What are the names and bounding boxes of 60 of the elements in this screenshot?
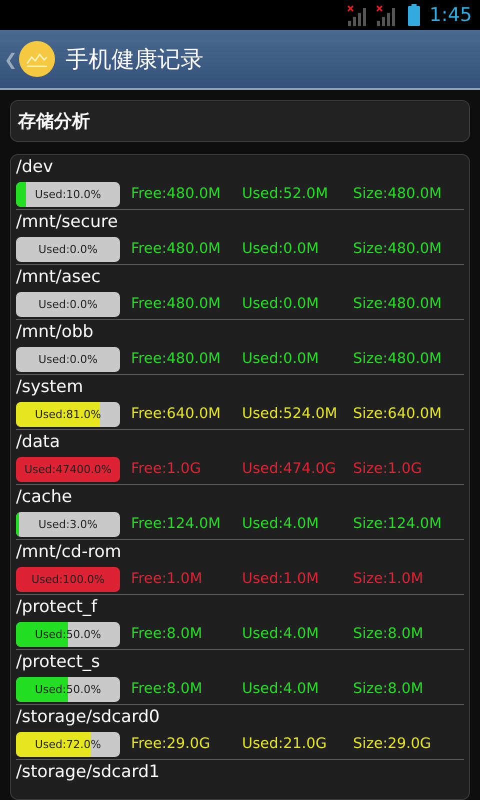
chart-logo-icon[interactable] [19, 41, 56, 77]
used-space: Used:0.0M [242, 296, 320, 312]
used-space: Used:0.0M [242, 241, 320, 257]
usage-percent: Used:3.0% [37, 516, 99, 532]
used-space: Used:0.0M [242, 351, 320, 367]
used-space: Used:52.0M [242, 186, 329, 202]
total-size: Size:124.0M [353, 516, 442, 532]
total-size: Size:480.0M [353, 351, 442, 367]
status-time: 1:45 [429, 4, 472, 26]
mount-path: /mnt/obb [16, 321, 94, 344]
used-space: Used:524.0M [242, 406, 338, 422]
total-size: Size:8.0M [353, 626, 424, 642]
free-space: Free:480.0M [131, 296, 222, 312]
app-title: 手机健康记录 [65, 46, 204, 74]
usage-percent: Used:0.0% [37, 242, 99, 258]
mount-path: /cache [16, 486, 74, 509]
total-size: Size:480.0M [353, 296, 442, 312]
total-size: Size:480.0M [353, 186, 442, 202]
free-space: Free:1.0M [131, 571, 204, 587]
section-header: 存储分析 [10, 100, 470, 142]
usage-percent: Used:0.0% [37, 352, 99, 368]
mount-path: /storage/sdcard1 [16, 761, 161, 784]
usage-percent: Used:100.0% [30, 572, 106, 588]
free-space: Free:480.0M [131, 351, 222, 367]
free-space: Free:29.0G [131, 736, 212, 752]
free-space: Free:480.0M [131, 241, 222, 257]
used-space: Used:474.0G [242, 461, 337, 477]
usage-percent: Used:47400.0% [23, 462, 113, 478]
total-size: Size:8.0M [353, 681, 424, 697]
mount-path: /mnt/cd-rom [16, 541, 122, 564]
mount-path: /protect_s [16, 651, 102, 674]
battery-icon [408, 4, 420, 26]
used-space: Used:1.0M [242, 571, 320, 587]
usage-percent: Used:0.0% [37, 296, 99, 312]
free-space: Free:8.0M [131, 681, 204, 697]
mount-path: /mnt/asec [16, 266, 102, 289]
usage-percent: Used:50.0% [34, 682, 102, 698]
total-size: Size:29.0G [353, 736, 432, 752]
usage-percent: Used:50.0% [34, 626, 102, 642]
free-space: Free:124.0M [131, 516, 222, 532]
mount-path: /storage/sdcard0 [16, 706, 161, 729]
used-space: Used:4.0M [242, 516, 320, 532]
mount-path: /mnt/secure [16, 211, 119, 234]
mount-path: /protect_f [16, 596, 98, 619]
mount-path: /dev [16, 156, 54, 179]
used-space: Used:21.0G [242, 736, 328, 752]
total-size: Size:1.0M [353, 571, 424, 587]
total-size: Size:1.0G [353, 461, 422, 477]
total-size: Size:480.0M [353, 241, 442, 257]
free-space: Free:1.0G [131, 461, 202, 477]
mount-path: /data [16, 431, 62, 454]
used-space: Used:4.0M [242, 681, 320, 697]
free-space: Free:480.0M [131, 186, 222, 202]
free-space: Free:640.0M [131, 406, 222, 422]
back-icon[interactable]: ❮ [4, 50, 18, 68]
usage-percent: Used:10.0% [34, 186, 102, 202]
mount-path: /system [16, 376, 84, 399]
used-space: Used:4.0M [242, 626, 320, 642]
free-space: Free:8.0M [131, 626, 204, 642]
total-size: Size:640.0M [353, 406, 442, 422]
